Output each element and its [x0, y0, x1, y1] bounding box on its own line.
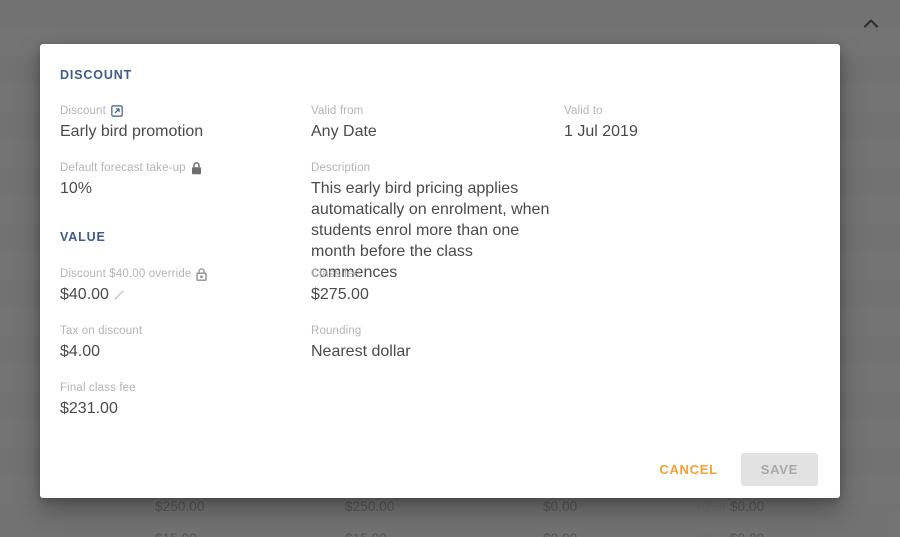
- dialog-footer: CANCEL SAVE: [40, 440, 840, 498]
- field-valid-from-label: Valid from: [311, 104, 551, 118]
- field-discount-label: Discount: [60, 104, 300, 118]
- chevron-up-icon[interactable]: [860, 12, 882, 34]
- cancel-button[interactable]: CANCEL: [648, 453, 728, 486]
- discount-column-right: Valid to 1 Jul 2019: [564, 104, 814, 161]
- field-tax-on-discount[interactable]: Tax on discount $4.00: [60, 324, 300, 362]
- field-label-text: Discount: [60, 105, 106, 117]
- pencil-icon[interactable]: [113, 288, 126, 301]
- field-label-text: Valid from: [311, 105, 364, 117]
- field-label-text: Discount $40.00 override: [60, 268, 192, 280]
- discount-column-left: Discount Early bird promotion Default fo…: [60, 104, 300, 218]
- field-class-fee-value: $275.00: [311, 286, 369, 303]
- field-discount-value: Early bird promotion: [60, 123, 204, 140]
- value-section-title: VALUE: [60, 230, 106, 244]
- field-final-class-fee-value: $231.00: [60, 400, 118, 417]
- field-tax-on-discount-label: Tax on discount: [60, 324, 300, 338]
- value-section: VALUE Discount $40.00 override $40.00 Ta…: [59, 230, 810, 417]
- field-label-text: Description: [311, 162, 371, 174]
- field-class-fee[interactable]: Class fee $275.00: [311, 267, 551, 305]
- field-valid-to-value: 1 Jul 2019: [564, 123, 638, 140]
- field-final-class-fee[interactable]: Final class fee $231.00: [60, 381, 300, 419]
- field-class-fee-label: Class fee: [311, 267, 551, 281]
- discount-fields-grid: Discount Early bird promotion Default fo…: [59, 104, 810, 281]
- field-label-text: Valid to: [564, 105, 603, 117]
- field-valid-from[interactable]: Valid from Any Date: [311, 104, 551, 142]
- field-label-text: Default forecast take-up: [60, 162, 186, 174]
- field-valid-to[interactable]: Valid to 1 Jul 2019: [564, 104, 814, 142]
- lock-open-icon[interactable]: [196, 267, 208, 281]
- field-valid-to-label: Valid to: [564, 104, 814, 118]
- field-tax-on-discount-value: $4.00: [60, 343, 101, 360]
- field-default-forecast-take-up-value: 10%: [60, 180, 93, 197]
- field-discount-override-value[interactable]: $40.00: [60, 284, 300, 305]
- field-rounding-label: Rounding: [311, 324, 551, 338]
- field-label-text: Rounding: [311, 325, 362, 337]
- field-label-text: Tax on discount: [60, 325, 143, 337]
- discount-section-title: DISCOUNT: [60, 68, 133, 82]
- field-valid-from-value: Any Date: [311, 123, 377, 140]
- field-value-text: $40.00: [60, 286, 109, 303]
- field-label-text: Final class fee: [60, 382, 136, 394]
- save-button[interactable]: SAVE: [740, 452, 818, 486]
- external-link-icon[interactable]: [111, 105, 123, 117]
- field-default-forecast-take-up[interactable]: Default forecast take-up 10%: [60, 161, 300, 199]
- field-rounding[interactable]: Rounding Nearest dollar: [311, 324, 551, 362]
- value-column-left: Discount $40.00 override $40.00 Tax on d…: [60, 267, 300, 438]
- discount-detail-dialog: DISCOUNT Discount Early bird promotion D…: [40, 44, 840, 498]
- field-default-forecast-take-up-label: Default forecast take-up: [60, 161, 300, 175]
- field-discount-override-label: Discount $40.00 override: [60, 267, 300, 281]
- field-rounding-value: Nearest dollar: [311, 343, 411, 360]
- discount-section: DISCOUNT Discount Early bird promotion D…: [59, 68, 810, 281]
- lock-closed-icon[interactable]: [191, 161, 202, 175]
- field-label-text: Class fee: [311, 268, 361, 280]
- field-discount[interactable]: Discount Early bird promotion: [60, 104, 300, 142]
- value-column-middle: Class fee $275.00 Rounding Nearest dolla…: [311, 267, 551, 381]
- field-description-label: Description: [311, 161, 551, 175]
- field-discount-override[interactable]: Discount $40.00 override $40.00: [60, 267, 300, 305]
- field-final-class-fee-label: Final class fee: [60, 381, 300, 395]
- value-fields-grid: Discount $40.00 override $40.00 Tax on d…: [59, 267, 810, 432]
- dialog-body: DISCOUNT Discount Early bird promotion D…: [40, 44, 840, 440]
